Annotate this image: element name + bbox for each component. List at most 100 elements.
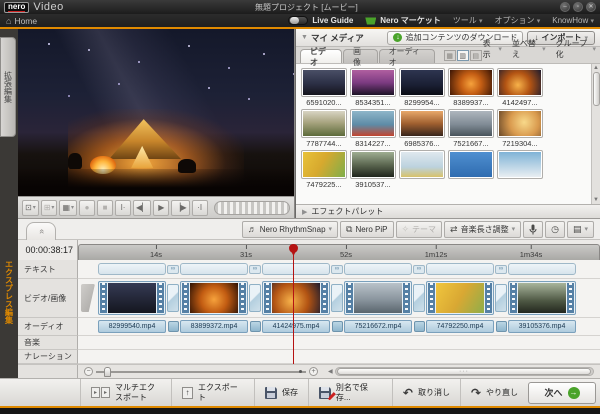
media-item[interactable]: 3910537... [350,150,396,189]
video-preview[interactable] [18,29,294,196]
zoom-out-button[interactable]: − [84,367,93,376]
hscroll-thumb[interactable]: ··· [337,368,592,375]
media-item[interactable]: 8389937... [448,68,494,107]
fullscreen-button[interactable]: ⊞▾ [41,200,58,216]
options-menu[interactable]: オプション ▾ [494,15,540,26]
display-mode-button[interactable]: ⊡▾ [22,200,39,216]
media-item[interactable] [399,150,445,189]
save-button[interactable]: 保存 [254,379,308,406]
text-clip-placeholder[interactable] [98,263,166,275]
undo-button[interactable]: ↶ 取り消し [392,379,460,406]
view-tiles-button[interactable]: ▥ [457,50,469,61]
nero-market-button[interactable]: Nero マーケット [365,15,440,26]
media-item[interactable]: 7787744... [301,109,347,148]
transition-placeholder[interactable] [413,284,425,312]
theme-button[interactable]: ✧テーマ [396,221,443,238]
maximize-button[interactable]: ▫ [573,2,583,12]
text-clip-placeholder[interactable] [426,263,494,275]
minimize-button[interactable]: – [560,2,570,12]
media-item[interactable]: 8299954... [399,68,445,107]
timeline-ruler[interactable]: 14s 31s 52s 1m12s 1m34s [78,244,600,260]
rhythmsnap-button[interactable]: ♬Nero RhythmSnap▾ [242,221,338,238]
audio-transition[interactable] [496,321,507,332]
link-icon[interactable]: ∞ [495,265,507,274]
audio-clip[interactable]: 75216672.mp4 [344,320,412,333]
text-clip-placeholder[interactable] [180,263,248,275]
media-item[interactable]: 6985376... [399,109,445,148]
audio-transition[interactable] [250,321,261,332]
video-clip[interactable] [180,281,248,315]
link-icon[interactable]: ∞ [249,265,261,274]
track-video[interactable] [78,279,600,318]
mark-out-button[interactable]: ·I [192,200,208,216]
view-thumbnails-button[interactable]: ▦ [444,50,456,61]
duration-button[interactable]: ◷ [545,221,565,238]
device-output-button[interactable]: ▤▾ [567,221,594,238]
link-icon[interactable]: ∞ [331,265,343,274]
video-clip[interactable] [426,281,494,315]
zoom-handle[interactable] [104,367,111,377]
audio-clip[interactable]: 74792250.mp4 [426,320,494,333]
next-button[interactable]: 次へ → [528,382,596,404]
video-clip[interactable] [98,281,166,315]
track-music[interactable] [78,336,600,350]
scroll-down-icon[interactable]: ▼ [593,196,599,204]
video-clip[interactable] [262,281,330,315]
close-button[interactable]: ✕ [586,2,596,12]
scroll-left-icon[interactable]: ◀ [328,368,333,375]
sort-menu[interactable]: 並べ替え▾ [512,38,546,60]
toggle-knob[interactable] [288,16,308,25]
video-clip[interactable] [344,281,412,315]
play-button[interactable]: ▶ [153,200,169,216]
timeline-hscrollbar[interactable]: ◀ ··· [324,367,600,376]
export-button[interactable]: ↑ エクスポート [171,379,254,406]
microphone-button[interactable] [523,221,543,238]
redo-button[interactable]: ↷ やり直し [460,379,528,406]
audio-clip[interactable]: 83899372.mp4 [180,320,248,333]
jog-shuttle[interactable] [214,201,290,215]
audio-clip[interactable]: 41424975.mp4 [262,320,330,333]
grid-overlay-button[interactable]: ▦▾ [59,200,77,216]
media-item[interactable]: 8534351... [350,68,396,107]
text-clip-placeholder[interactable] [262,263,330,275]
record-button[interactable]: ● [79,200,95,216]
music-length-button[interactable]: ⇄音楽長さ調整▾ [444,221,521,238]
zoom-slider[interactable]: − + [78,367,324,376]
track-audio[interactable]: 82999540.mp4 83899372.mp4 41424975.mp4 7… [78,318,600,336]
tab-express-editing[interactable]: エクスプレス編集 [0,232,18,352]
media-item[interactable]: 7219304... [497,109,543,148]
transition-placeholder[interactable] [167,284,179,312]
media-scrollbar[interactable]: ▲ ▼ [591,64,600,204]
scroll-up-icon[interactable]: ▲ [593,64,599,72]
audio-transition[interactable] [414,321,425,332]
transition-placeholder[interactable] [495,284,507,312]
media-item[interactable]: 4142497... [497,68,543,107]
pip-button[interactable]: ⧉Nero PiP [340,221,393,238]
zoom-in-button[interactable]: + [309,367,318,376]
media-panel-title[interactable]: ▼ マイ メディア [301,32,364,44]
tab-video[interactable]: ビデオ [300,49,342,63]
next-frame-button[interactable]: ▕▶ [171,200,189,216]
effect-palette-bar[interactable]: ▶ エフェクトパレット [296,204,600,218]
text-clip-placeholder[interactable] [508,263,576,275]
transition-placeholder[interactable] [249,284,261,312]
view-menu[interactable]: 表示▾ [483,38,502,60]
link-icon[interactable]: ∞ [167,265,179,274]
tab-audio[interactable]: オーディオ [379,49,435,63]
media-item[interactable]: 6591020... [301,68,347,107]
live-guide-toggle[interactable]: Live Guide [288,16,353,25]
knowhow-menu[interactable]: KnowHow ▾ [552,16,594,25]
audio-clip[interactable]: 82999540.mp4 [98,320,166,333]
tab-advanced-editing[interactable]: 拡張編集 [0,37,16,137]
audio-clip[interactable]: 39105376.mp4 [508,320,576,333]
track-text[interactable]: ∞ ∞ ∞ ∞ ∞ [78,260,600,279]
playhead[interactable] [293,245,294,364]
transition-placeholder[interactable] [331,284,343,312]
media-item[interactable]: 8314227... [350,109,396,148]
group-menu[interactable]: グループ化▾ [556,38,596,60]
media-item[interactable] [448,150,494,189]
mark-in-button[interactable]: I· [115,200,131,216]
save-as-button[interactable]: 別名で保存... [308,379,392,406]
text-clip-placeholder[interactable] [344,263,412,275]
audio-transition[interactable] [332,321,343,332]
